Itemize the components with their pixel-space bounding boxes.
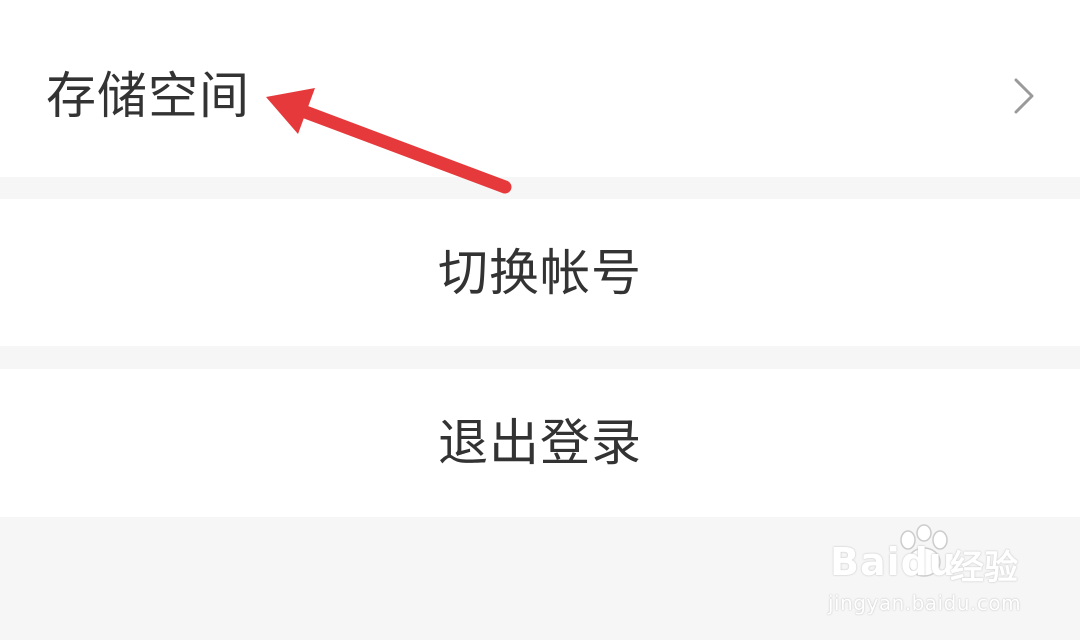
settings-screen: 存储空间 切换帐号 退出登录 Baidu 经验 jingyan.baidu.co… <box>0 0 1080 640</box>
watermark-brand-jingyan: 经验 <box>950 548 1018 588</box>
baidu-jingyan-watermark: Baidu 经验 jingyan.baidu.com <box>826 520 1056 620</box>
menu-item-switch-account[interactable]: 切换帐号 <box>0 199 1080 346</box>
logout-label: 退出登录 <box>438 414 642 472</box>
paw-logo-icon <box>900 524 948 577</box>
menu-item-storage[interactable]: 存储空间 <box>0 0 1080 177</box>
watermark-brand-bai: Bai <box>830 540 901 584</box>
watermark-brand-left: Baidu <box>830 542 957 582</box>
menu-item-logout[interactable]: 退出登录 <box>0 369 1080 517</box>
watermark-url: jingyan.baidu.com <box>828 591 1022 615</box>
watermark-brand-du: du <box>900 540 957 584</box>
chevron-right-icon <box>1014 78 1034 114</box>
switch-account-label: 切换帐号 <box>438 243 642 302</box>
storage-label: 存储空间 <box>46 67 250 125</box>
